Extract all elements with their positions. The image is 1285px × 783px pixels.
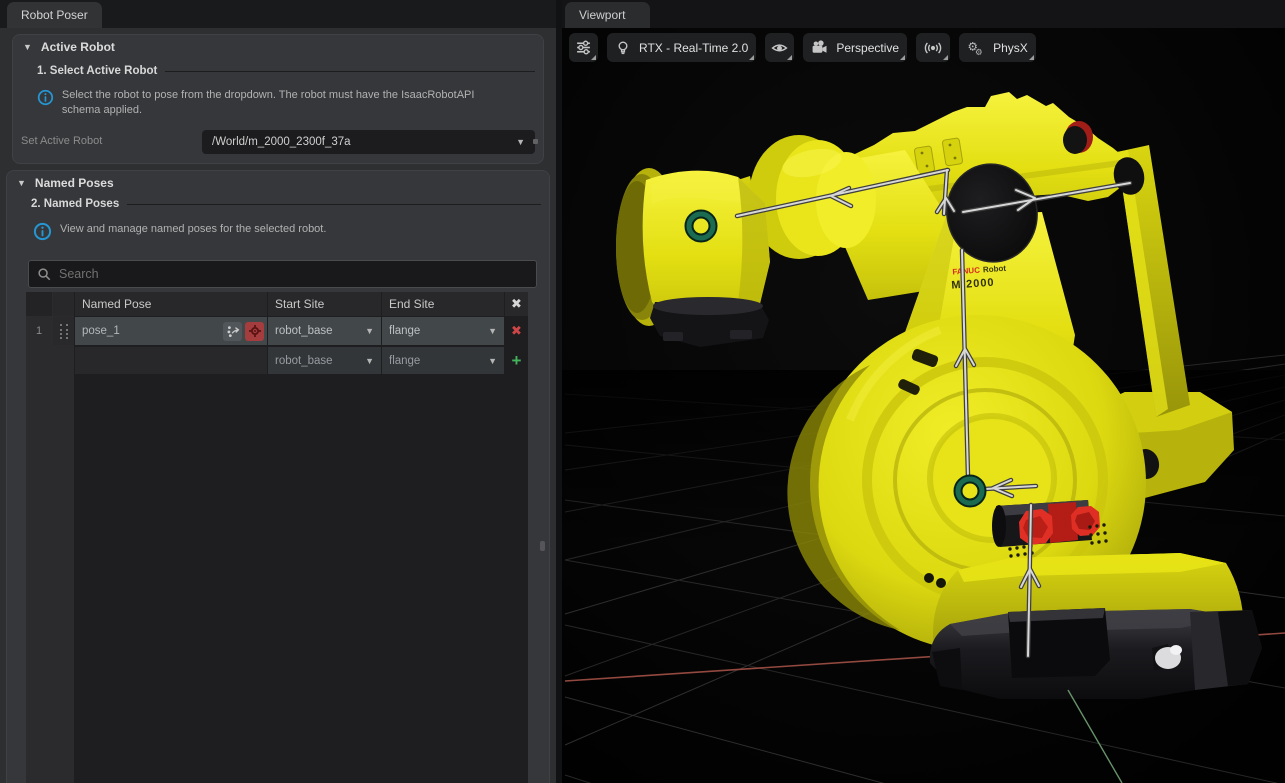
isaac-sim-window: Robot Poser ▼ Active Robot 1. Select Act… — [0, 0, 1285, 783]
set-active-robot-label: Set Active Robot — [21, 135, 102, 147]
table-header-row: Named Pose Start Site End Site ✖ — [26, 292, 528, 316]
active-robot-collapse-header[interactable]: ▼ Active Robot — [23, 40, 115, 54]
header-drag-col — [53, 292, 74, 316]
active-robot-dropdown-value: /World/m_2000_2300f_37a — [212, 136, 351, 148]
drag-handle-icon — [60, 324, 68, 339]
camera-button[interactable]: Perspective — [803, 33, 907, 62]
renderer-button[interactable]: RTX - Real-Time 2.0 — [607, 33, 756, 62]
pose-name-field[interactable]: pose_1 — [75, 317, 267, 345]
lightbulb-icon — [615, 40, 631, 56]
step-select-active-robot: 1. Select Active Robot — [37, 65, 535, 77]
new-pose-name-field[interactable] — [75, 347, 267, 374]
reset-value-dot[interactable] — [533, 139, 538, 144]
search-icon — [37, 267, 52, 282]
header-start-site: Start Site — [268, 292, 381, 316]
named-poses-section: ▼ Named Poses 2. Named Poses View and ma… — [6, 170, 550, 783]
chevron-down-icon: ▼ — [516, 137, 525, 147]
chevron-down-icon: ▼ — [365, 356, 374, 366]
viewport-tabbar: Viewport — [562, 0, 1285, 28]
camera-label: Perspective — [836, 41, 899, 55]
delete-icon: ✖ — [511, 323, 522, 339]
apply-pose-icon — [226, 324, 240, 338]
divider-rule — [165, 71, 535, 72]
counterweight-cylinders — [992, 500, 1100, 547]
active-robot-info-text: Select the robot to pose from the dropdo… — [62, 88, 503, 118]
new-end-site-dropdown[interactable]: flange ▼ — [382, 347, 504, 374]
delete-row-button[interactable]: ✖ — [505, 317, 528, 345]
eye-icon — [771, 39, 788, 56]
named-poses-collapse-header[interactable]: ▼ Named Poses — [17, 176, 114, 190]
gears-icon: ⚙ ⚙ — [967, 39, 985, 56]
svg-text:⚙: ⚙ — [975, 48, 983, 56]
named-poses-info-text: View and manage named poses for the sele… — [60, 222, 326, 237]
brand-robot: Robot — [983, 264, 1007, 275]
3d-scene: FANUCRobot M-2000 — [562, 28, 1285, 783]
robot-poser-panel: Robot Poser ▼ Active Robot 1. Select Act… — [0, 0, 556, 783]
tab-robot-poser[interactable]: Robot Poser — [7, 2, 102, 28]
active-robot-info: Select the robot to pose from the dropdo… — [37, 88, 503, 118]
renderer-label: RTX - Real-Time 2.0 — [639, 41, 748, 55]
tab-viewport-label: Viewport — [579, 8, 625, 22]
target-icon — [248, 324, 262, 338]
table-new-row: robot_base ▼ flange ▼ + — [26, 347, 528, 374]
clear-all-button[interactable]: ✖ — [505, 292, 528, 316]
end-site-dropdown[interactable]: flange ▼ — [382, 317, 504, 345]
search-placeholder: Search — [59, 267, 99, 281]
chevron-down-icon: ▼ — [488, 356, 497, 366]
chevron-down-icon: ▼ — [488, 326, 497, 336]
panel-scroll-dot[interactable] — [540, 541, 545, 551]
camera-icon — [811, 39, 828, 56]
active-robot-title: Active Robot — [41, 40, 115, 54]
table-row: 1 pose_1 — [26, 317, 528, 345]
row-index: 1 — [26, 317, 52, 345]
collapse-caret-icon: ▼ — [23, 42, 32, 52]
physics-button[interactable]: ⚙ ⚙ PhysX — [959, 33, 1036, 62]
divider-rule — [127, 204, 541, 205]
collapse-caret-icon: ▼ — [17, 178, 26, 188]
base-pedestal — [930, 608, 1262, 699]
add-row-button[interactable]: + — [505, 347, 528, 374]
apply-pose-button[interactable] — [223, 322, 242, 341]
new-start-site-dropdown[interactable]: robot_base ▼ — [268, 347, 381, 374]
record-pose-button[interactable] — [245, 322, 264, 341]
header-named-pose: Named Pose — [75, 292, 267, 316]
viewport-panel: Viewport — [562, 0, 1285, 783]
wrist-assembly — [616, 168, 770, 347]
named-poses-title: Named Poses — [35, 176, 114, 190]
sliders-icon — [575, 39, 592, 56]
info-icon — [33, 222, 52, 241]
named-poses-table: Named Pose Start Site End Site ✖ 1 pose_… — [26, 292, 528, 783]
row-drag-cell[interactable] — [53, 317, 74, 345]
named-poses-info: View and manage named poses for the sele… — [33, 222, 509, 241]
robot-poser-body: ▼ Active Robot 1. Select Active Robot Se… — [0, 28, 556, 783]
step-named-poses: 2. Named Poses — [31, 198, 541, 210]
broadcast-button[interactable] — [916, 33, 950, 62]
header-end-site: End Site — [382, 292, 504, 316]
header-gutter — [26, 292, 52, 316]
info-icon — [37, 88, 54, 107]
start-site-dropdown[interactable]: robot_base ▼ — [268, 317, 381, 345]
physics-label: PhysX — [993, 41, 1028, 55]
search-input[interactable]: Search — [28, 260, 537, 288]
set-active-robot-row: Set Active Robot /World/m_2000_2300f_37a… — [19, 129, 537, 155]
tab-viewport[interactable]: Viewport — [565, 2, 650, 28]
visibility-button[interactable] — [765, 33, 794, 62]
active-robot-dropdown[interactable]: /World/m_2000_2300f_37a ▼ — [202, 130, 535, 154]
add-icon: + — [512, 352, 522, 369]
viewport-toolbar: RTX - Real-Time 2.0 Perspective — [569, 33, 1036, 62]
active-robot-section: ▼ Active Robot 1. Select Active Robot Se… — [12, 34, 544, 164]
chevron-down-icon: ▼ — [365, 326, 374, 336]
viewport-settings-button[interactable] — [569, 33, 598, 62]
left-tabbar: Robot Poser — [0, 0, 556, 28]
tab-robot-poser-label: Robot Poser — [21, 8, 88, 22]
viewport-3d-canvas[interactable]: FANUCRobot M-2000 — [562, 28, 1285, 783]
signal-icon — [923, 40, 943, 56]
pose-name-value: pose_1 — [82, 325, 120, 337]
